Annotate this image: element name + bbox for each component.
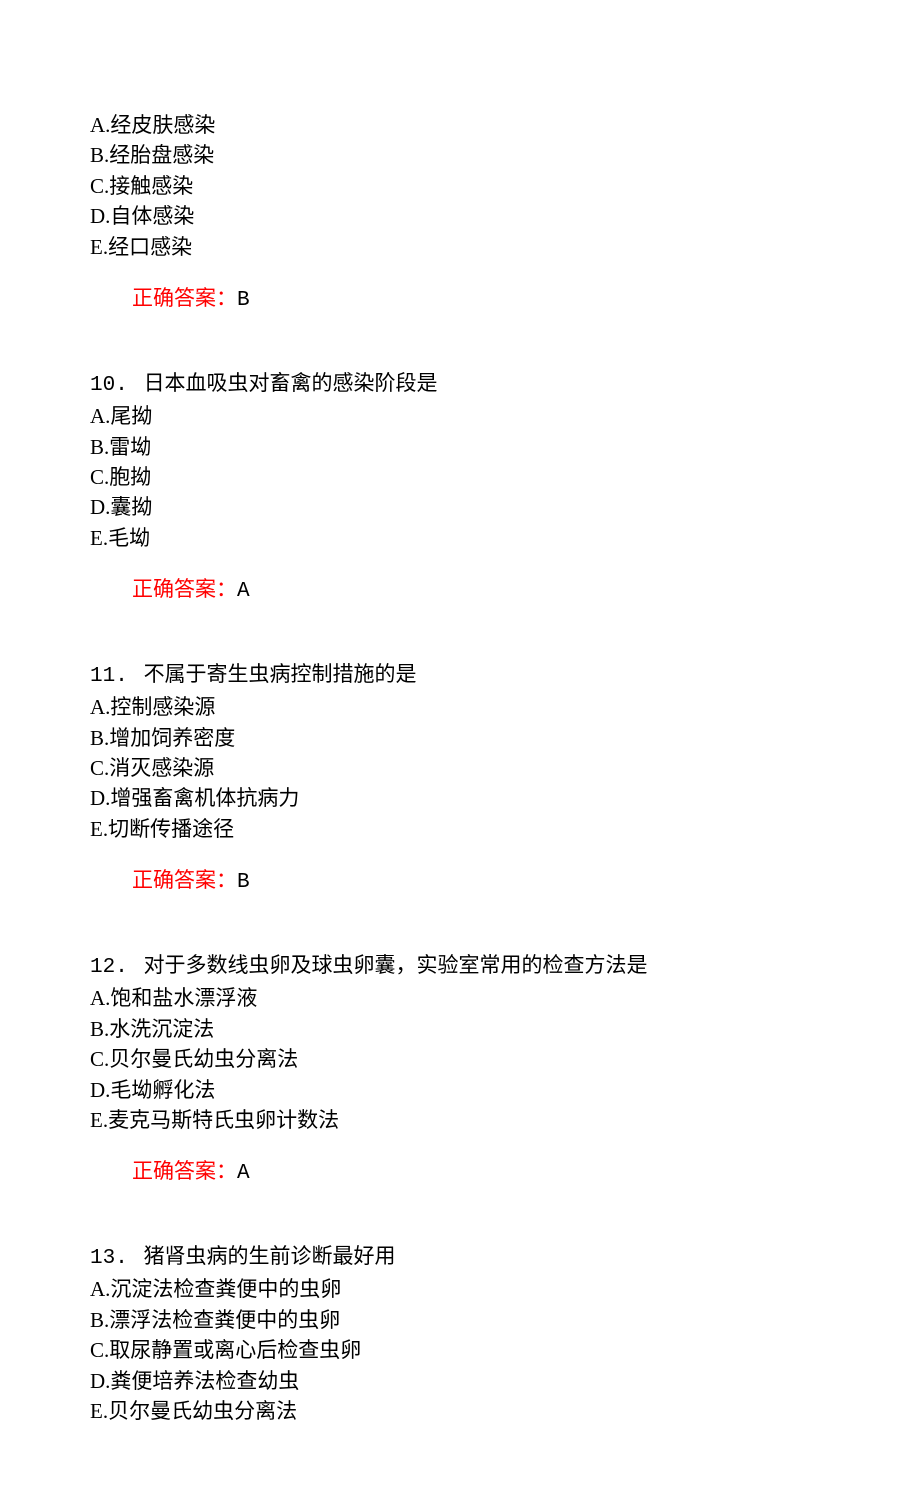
question-text: 10. 日本血吸虫对畜禽的感染阶段是 — [90, 368, 830, 401]
option-b: B.雷坳 — [90, 432, 830, 462]
option-b: B.经胎盘感染 — [90, 140, 830, 170]
answer-line: 正确答案：A — [90, 574, 830, 607]
spacer — [90, 629, 830, 659]
answer-line: 正确答案：A — [90, 1156, 830, 1189]
option-d: D.毛坳孵化法 — [90, 1075, 830, 1105]
question-body: 日本血吸虫对畜禽的感染阶段是 — [144, 371, 438, 395]
answer-label: 正确答案： — [132, 286, 237, 310]
option-a: A.饱和盐水漂浮液 — [90, 983, 830, 1013]
answer-value: A — [237, 1162, 250, 1185]
answer-line: 正确答案：B — [90, 283, 830, 316]
option-a: A.沉淀法检查粪便中的虫卵 — [90, 1274, 830, 1304]
option-c: C.胞拗 — [90, 462, 830, 492]
option-d: D.粪便培养法检查幼虫 — [90, 1366, 830, 1396]
option-d: D.自体感染 — [90, 201, 830, 231]
option-d: D.囊拗 — [90, 492, 830, 522]
option-a: A.经皮肤感染 — [90, 110, 830, 140]
question-number: 10. — [90, 374, 128, 397]
answer-label: 正确答案： — [132, 1159, 237, 1183]
option-e: E.切断传播途径 — [90, 814, 830, 844]
option-d: D.增强畜禽机体抗病力 — [90, 783, 830, 813]
spacer — [90, 1211, 830, 1241]
option-b: B.增加饲养密度 — [90, 723, 830, 753]
option-e: E.经口感染 — [90, 232, 830, 262]
question-9-remainder: A.经皮肤感染 B.经胎盘感染 C.接触感染 D.自体感染 E.经口感染 正确答… — [90, 110, 830, 317]
option-c: C.取尿静置或离心后检查虫卵 — [90, 1335, 830, 1365]
option-a: A.控制感染源 — [90, 692, 830, 722]
question-body: 不属于寄生虫病控制措施的是 — [144, 662, 417, 686]
question-12: 12. 对于多数线虫卵及球虫卵囊，实验室常用的检查方法是 A.饱和盐水漂浮液 B… — [90, 950, 830, 1190]
option-e: E.麦克马斯特氏虫卵计数法 — [90, 1105, 830, 1135]
option-a: A.尾拗 — [90, 401, 830, 431]
question-body: 猪肾虫病的生前诊断最好用 — [144, 1244, 396, 1268]
question-text: 11. 不属于寄生虫病控制措施的是 — [90, 659, 830, 692]
answer-value: B — [237, 289, 250, 312]
option-c: C.消灭感染源 — [90, 753, 830, 783]
question-body: 对于多数线虫卵及球虫卵囊，实验室常用的检查方法是 — [144, 953, 648, 977]
document-page: A.经皮肤感染 B.经胎盘感染 C.接触感染 D.自体感染 E.经口感染 正确答… — [0, 0, 920, 1486]
answer-line: 正确答案：B — [90, 865, 830, 898]
spacer — [90, 920, 830, 950]
question-text: 13. 猪肾虫病的生前诊断最好用 — [90, 1241, 830, 1274]
option-c: C.接触感染 — [90, 171, 830, 201]
question-number: 12. — [90, 956, 128, 979]
answer-label: 正确答案： — [132, 577, 237, 601]
answer-value: A — [237, 580, 250, 603]
option-b: B.水洗沉淀法 — [90, 1014, 830, 1044]
answer-label: 正确答案： — [132, 868, 237, 892]
question-13: 13. 猪肾虫病的生前诊断最好用 A.沉淀法检查粪便中的虫卵 B.漂浮法检查粪便… — [90, 1241, 830, 1427]
option-e: E.毛坳 — [90, 523, 830, 553]
question-10: 10. 日本血吸虫对畜禽的感染阶段是 A.尾拗 B.雷坳 C.胞拗 D.囊拗 E… — [90, 368, 830, 608]
question-number: 11. — [90, 665, 128, 688]
option-c: C.贝尔曼氏幼虫分离法 — [90, 1044, 830, 1074]
option-b: B.漂浮法检查粪便中的虫卵 — [90, 1305, 830, 1335]
option-e: E.贝尔曼氏幼虫分离法 — [90, 1396, 830, 1426]
answer-value: B — [237, 871, 250, 894]
question-11: 11. 不属于寄生虫病控制措施的是 A.控制感染源 B.增加饲养密度 C.消灭感… — [90, 659, 830, 899]
question-text: 12. 对于多数线虫卵及球虫卵囊，实验室常用的检查方法是 — [90, 950, 830, 983]
question-number: 13. — [90, 1247, 128, 1270]
spacer — [90, 338, 830, 368]
